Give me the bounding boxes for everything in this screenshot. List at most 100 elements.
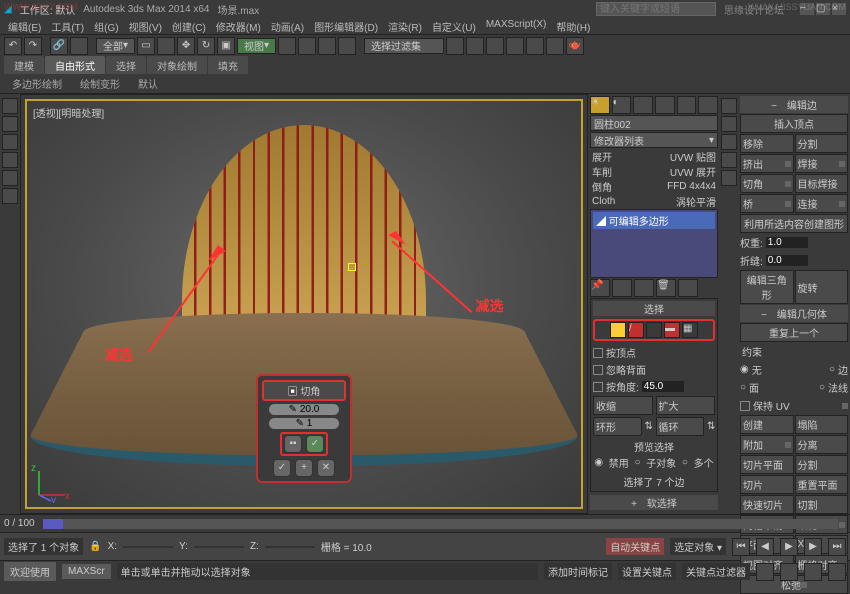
subobj-edge-icon[interactable]: / — [628, 322, 644, 338]
edit-tri-button[interactable]: 编辑三角形 — [740, 270, 794, 304]
ignore-back-check[interactable] — [593, 365, 603, 375]
select-button[interactable]: ▭ — [137, 37, 155, 55]
viewport-label[interactable]: [透视][明暗处理] — [33, 105, 104, 120]
nav-zoom-icon[interactable] — [756, 563, 774, 581]
stack-editable-poly[interactable]: ◢ 可编辑多边形 — [593, 212, 715, 229]
split-button[interactable]: 分割 — [795, 134, 849, 153]
hierarchy-panel-icon[interactable] — [2, 134, 18, 150]
detach-button[interactable]: 分离 — [795, 435, 849, 454]
select-name-button[interactable] — [157, 37, 175, 55]
cmd-create-icon[interactable]: ☀ — [590, 96, 610, 114]
tab-modeling[interactable]: 建模 — [4, 56, 44, 74]
align-button[interactable] — [466, 37, 484, 55]
scale-button[interactable]: ▣ — [217, 37, 235, 55]
quickslice-button[interactable]: 快速切片 — [740, 495, 794, 514]
weight-spinner[interactable]: 1.0 — [766, 237, 808, 248]
named-sel-dropdown[interactable]: 选择过滤集 — [364, 38, 444, 54]
spinner-snap-toggle[interactable] — [338, 37, 356, 55]
y-field[interactable] — [194, 546, 244, 548]
collapse-button[interactable]: 塌陷 — [795, 415, 849, 434]
subobj-poly-icon[interactable]: ▬ — [664, 322, 680, 338]
attach-button[interactable]: 附加 — [740, 435, 794, 454]
menu-help[interactable]: 帮助(H) — [552, 18, 594, 34]
connect-button[interactable]: 连接 — [795, 194, 849, 213]
subobj-element-icon[interactable]: ▦ — [682, 322, 698, 338]
play-end-button[interactable]: ⏭ — [828, 538, 846, 556]
play-button[interactable]: ▶ — [780, 538, 798, 556]
cut-button[interactable]: 切割 — [795, 495, 849, 514]
rotate-button[interactable]: 旋转 — [795, 270, 849, 304]
mod-preset-3[interactable]: Cloth涡轮平滑 — [590, 194, 718, 208]
rt-icon-5[interactable] — [721, 170, 737, 186]
undo-button[interactable]: ↶ — [4, 37, 22, 55]
menu-create[interactable]: 创建(C) — [168, 18, 210, 34]
menu-customize[interactable]: 自定义(U) — [428, 18, 480, 34]
menu-edit[interactable]: 编辑(E) — [4, 18, 45, 34]
modifier-list-dropdown[interactable]: 修改器列表▾ — [590, 132, 718, 148]
move-button[interactable]: ✥ — [177, 37, 195, 55]
rtab-polydraw[interactable]: 多边形绘制 — [4, 74, 70, 93]
sel-set-dropdown[interactable]: 选定对象 ▾ — [670, 538, 726, 555]
rotate-button[interactable]: ↻ — [197, 37, 215, 55]
slice-button[interactable]: 切片 — [740, 475, 794, 494]
x-field[interactable] — [123, 546, 173, 548]
ref-coord-dropdown[interactable]: 视图 ▾ — [237, 38, 276, 54]
auto-key-button[interactable]: 自动关键点 — [606, 538, 664, 555]
chamfer-button[interactable]: 切角 — [740, 174, 794, 193]
tab-freeform[interactable]: 自由形式 — [45, 56, 105, 74]
weld-button[interactable]: 焊接 — [795, 154, 849, 173]
key-filter-button[interactable]: 关键点过滤器 — [682, 563, 750, 580]
by-vertex-check[interactable] — [593, 348, 603, 358]
remove-button[interactable]: 移除 — [740, 134, 794, 153]
tab-selection[interactable]: 选择 — [106, 56, 146, 74]
tab-paint[interactable]: 对象绘制 — [147, 56, 207, 74]
stack-pin-icon[interactable]: 📌 — [590, 279, 610, 297]
menu-modifiers[interactable]: 修改器(M) — [212, 18, 265, 34]
caddy-apply-button[interactable]: ✓ — [306, 435, 324, 453]
snap-toggle[interactable] — [278, 37, 296, 55]
maxscript-tab[interactable]: MAXScr — [62, 564, 111, 579]
object-name-field[interactable]: 圆柱002 — [590, 115, 718, 131]
angle-snap-toggle[interactable] — [298, 37, 316, 55]
rt-icon-4[interactable] — [721, 152, 737, 168]
add-time-marker[interactable]: 添加时间标记 — [544, 563, 612, 580]
stack-remove-icon[interactable]: 🗑 — [656, 279, 676, 297]
play-next-button[interactable]: ▶ — [804, 538, 822, 556]
nav-max-icon[interactable] — [828, 563, 846, 581]
caddy-cancel-button[interactable]: ✕ — [317, 459, 335, 477]
help-search-input[interactable] — [596, 2, 716, 16]
caddy-segments-input[interactable]: ✎ 1 — [269, 418, 339, 429]
preserve-uv-check[interactable] — [740, 401, 750, 411]
maximize-button[interactable]: ▢ — [816, 3, 830, 15]
mod-preset-2[interactable]: 倒角FFD 4x4x4 — [590, 179, 718, 193]
cmd-modify-icon[interactable]: ◐ — [612, 96, 632, 114]
percent-snap-toggle[interactable] — [318, 37, 336, 55]
curve-editor-button[interactable] — [506, 37, 524, 55]
play-prev-button[interactable]: ◀ — [756, 538, 774, 556]
create-panel-icon[interactable] — [2, 98, 18, 114]
edit-edges-title[interactable]: − 编辑边 — [740, 96, 848, 113]
cmd-motion-icon[interactable] — [655, 96, 675, 114]
split2-button[interactable]: 分割 — [795, 455, 849, 474]
reset-plane-button[interactable]: 重置平面 — [795, 475, 849, 494]
modifier-stack[interactable]: ◢ 可编辑多边形 — [590, 209, 718, 278]
menu-tools[interactable]: 工具(T) — [47, 18, 88, 34]
stack-unique-icon[interactable] — [634, 279, 654, 297]
menu-graph[interactable]: 图形编辑器(D) — [310, 18, 382, 34]
link-button[interactable]: 🔗 — [50, 37, 68, 55]
welcome-tab[interactable]: 欢迎使用 — [4, 562, 56, 581]
render-setup-button[interactable] — [546, 37, 564, 55]
timeline[interactable]: 0 / 100 — [0, 514, 850, 532]
grow-button[interactable]: 扩大 — [656, 396, 716, 415]
caddy-ok-button[interactable]: ✓ — [273, 459, 291, 477]
slice-plane-button[interactable]: 切片平面 — [740, 455, 794, 474]
menu-group[interactable]: 组(G) — [90, 18, 122, 34]
target-weld-button[interactable]: 目标焊接 — [795, 174, 849, 193]
render-button[interactable]: 🫖 — [566, 37, 584, 55]
rtab-default[interactable]: 默认 — [130, 74, 166, 93]
edit-geo-title[interactable]: − 编辑几何体 — [740, 305, 848, 322]
modify-panel-icon[interactable] — [2, 116, 18, 132]
rt-icon-3[interactable] — [721, 134, 737, 150]
repeat-last-button[interactable]: 重复上一个 — [740, 323, 848, 342]
cmd-display-icon[interactable] — [677, 96, 697, 114]
